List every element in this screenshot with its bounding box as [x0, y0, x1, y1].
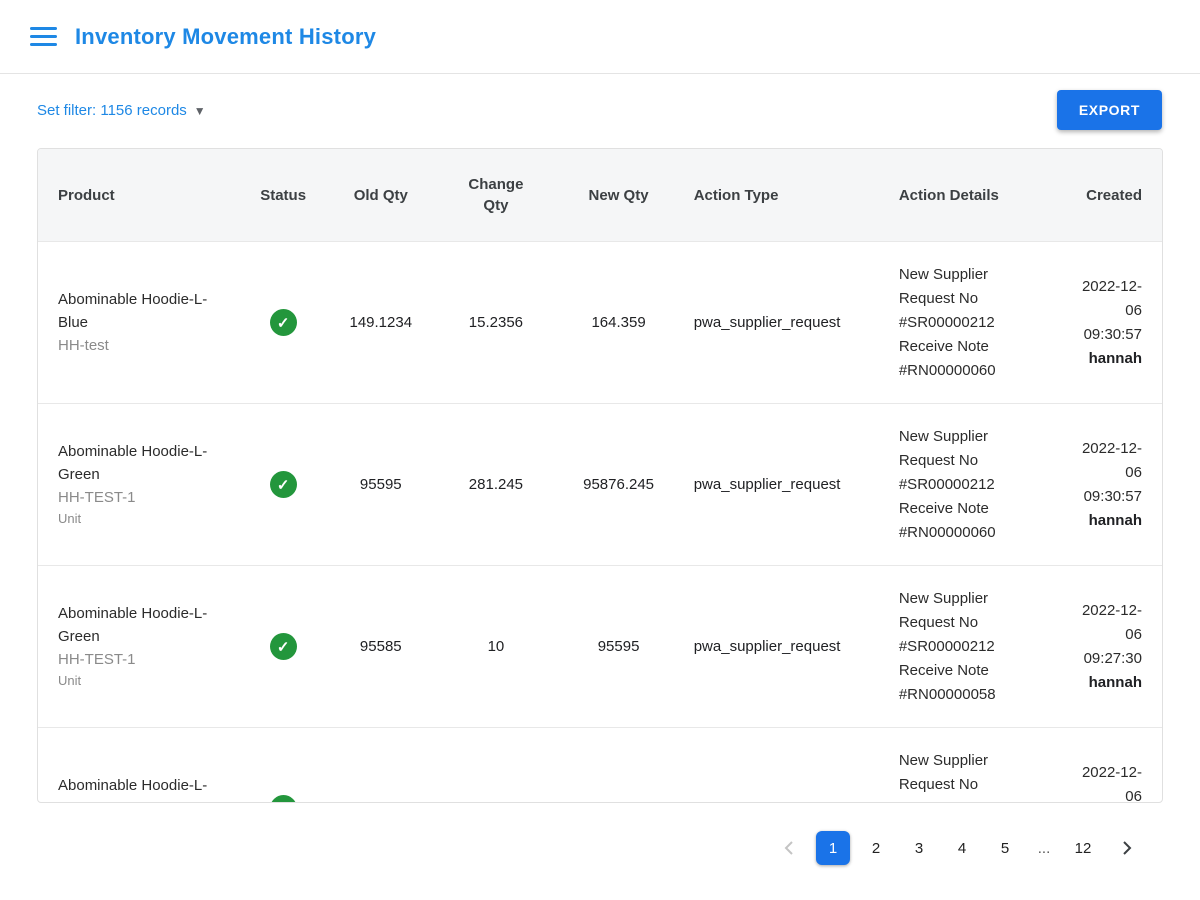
- action-type-cell: pwa_supplier_request: [694, 800, 879, 803]
- prev-page-button[interactable]: [771, 834, 807, 862]
- old-qty-cell: 95595: [333, 476, 428, 493]
- status-cell: ✓: [253, 471, 313, 498]
- action-details-cell: New Supplier Request No #SR00000212 Rece…: [899, 587, 1034, 707]
- next-page-button[interactable]: [1109, 834, 1145, 862]
- product-cell: Abominable Hoodie-L-Blue HH-test: [58, 288, 233, 357]
- page-button-12[interactable]: 12: [1066, 831, 1100, 865]
- created-cell: 2022-12-06 09:27:30 hannah: [1054, 599, 1142, 695]
- created-by: hannah: [1054, 347, 1142, 371]
- page-button-1[interactable]: 1: [816, 831, 850, 865]
- inventory-table: Product Status Old Qty Change Qty New Qt…: [37, 148, 1163, 803]
- hamburger-menu-icon[interactable]: [30, 27, 57, 46]
- table-row: Abominable Hoodie-L-Blue HH-test ✓ 149.1…: [38, 727, 1162, 803]
- toolbar: Set filter: 1156 records ▼ EXPORT: [0, 74, 1200, 136]
- created-by: hannah: [1054, 671, 1142, 695]
- column-header-product: Product: [58, 187, 233, 204]
- change-qty-cell: 10: [448, 638, 543, 655]
- page-button-3[interactable]: 3: [902, 831, 936, 865]
- product-sku: HH-TEST-1: [58, 648, 233, 671]
- new-qty-cell: 149.1234: [564, 800, 674, 803]
- product-name: Abominable Hoodie-L-Blue: [58, 288, 233, 334]
- column-header-new-qty: New Qty: [564, 187, 674, 204]
- column-header-old-qty: Old Qty: [333, 187, 428, 204]
- created-timestamp: 2022-12-06 09:30:57: [1070, 761, 1142, 804]
- product-sku: HH-test: [58, 334, 233, 357]
- table-row: Abominable Hoodie-L-Green HH-TEST-1 Unit…: [38, 565, 1162, 727]
- column-header-status: Status: [253, 187, 313, 204]
- created-by: hannah: [1054, 509, 1142, 533]
- chevron-down-icon: ▼: [194, 103, 206, 117]
- chevron-left-icon: [777, 836, 801, 860]
- product-cell: Abominable Hoodie-L-Green HH-TEST-1 Unit: [58, 440, 233, 529]
- action-details-cell: New Supplier Request No #SR00000212 Rece…: [899, 749, 1034, 804]
- action-type-cell: pwa_supplier_request: [694, 638, 879, 655]
- table-row: Abominable Hoodie-L-Green HH-TEST-1 Unit…: [38, 403, 1162, 565]
- product-cell: Abominable Hoodie-L-Blue HH-test: [58, 774, 233, 803]
- change-qty-cell: 15.2356: [448, 314, 543, 331]
- product-name: Abominable Hoodie-L-Blue: [58, 774, 233, 803]
- status-cell: ✓: [253, 633, 313, 660]
- page-title: Inventory Movement History: [75, 24, 376, 50]
- product-name: Abominable Hoodie-L-Green: [58, 602, 233, 648]
- column-header-action-details: Action Details: [899, 187, 1034, 204]
- pagination: 1 2 3 4 5 ... 12: [0, 831, 1145, 865]
- filter-label: Set filter: 1156 records: [37, 102, 187, 119]
- chevron-right-icon: [1115, 836, 1139, 860]
- created-cell: 2022-12-06 09:30:57 hannah: [1054, 761, 1142, 804]
- product-unit: Unit: [58, 509, 233, 529]
- action-details-cell: New Supplier Request No #SR00000212 Rece…: [899, 263, 1034, 383]
- page-button-5[interactable]: 5: [988, 831, 1022, 865]
- created-timestamp: 2022-12-06 09:30:57: [1070, 437, 1142, 509]
- page-button-4[interactable]: 4: [945, 831, 979, 865]
- old-qty-cell: 149.1234: [333, 314, 428, 331]
- table-row: Abominable Hoodie-L-Blue HH-test ✓ 149.1…: [38, 241, 1162, 403]
- created-timestamp: 2022-12-06 09:30:57: [1070, 275, 1142, 347]
- action-type-cell: pwa_supplier_request: [694, 476, 879, 493]
- status-cell: ✓: [253, 795, 313, 803]
- product-cell: Abominable Hoodie-L-Green HH-TEST-1 Unit: [58, 602, 233, 691]
- pagination-ellipsis: ...: [1031, 831, 1057, 865]
- product-unit: Unit: [58, 671, 233, 691]
- change-qty-cell: 281.245: [448, 476, 543, 493]
- action-details-cell: New Supplier Request No #SR00000212 Rece…: [899, 425, 1034, 545]
- created-cell: 2022-12-06 09:30:57 hannah: [1054, 275, 1142, 371]
- new-qty-cell: 95595: [564, 638, 674, 655]
- column-header-change-qty: Change Qty: [448, 174, 543, 216]
- export-button[interactable]: EXPORT: [1057, 90, 1162, 130]
- success-check-icon: ✓: [270, 795, 297, 803]
- new-qty-cell: 164.359: [564, 314, 674, 331]
- old-qty-cell: 95585: [333, 638, 428, 655]
- new-qty-cell: 95876.245: [564, 476, 674, 493]
- old-qty-cell: 149.1234: [333, 800, 428, 803]
- table-header-row: Product Status Old Qty Change Qty New Qt…: [38, 149, 1162, 241]
- product-sku: HH-TEST-1: [58, 486, 233, 509]
- column-header-action-type: Action Type: [694, 187, 879, 204]
- action-type-cell: pwa_supplier_request: [694, 314, 879, 331]
- success-check-icon: ✓: [270, 471, 297, 498]
- app-bar: Inventory Movement History: [0, 0, 1200, 74]
- set-filter-link[interactable]: Set filter: 1156 records ▼: [37, 102, 206, 119]
- column-header-created: Created: [1054, 187, 1142, 204]
- created-timestamp: 2022-12-06 09:27:30: [1070, 599, 1142, 671]
- page-button-2[interactable]: 2: [859, 831, 893, 865]
- created-cell: 2022-12-06 09:30:57 hannah: [1054, 437, 1142, 533]
- product-name: Abominable Hoodie-L-Green: [58, 440, 233, 486]
- change-qty-cell: 1: [448, 800, 543, 803]
- success-check-icon: ✓: [270, 309, 297, 336]
- success-check-icon: ✓: [270, 633, 297, 660]
- status-cell: ✓: [253, 309, 313, 336]
